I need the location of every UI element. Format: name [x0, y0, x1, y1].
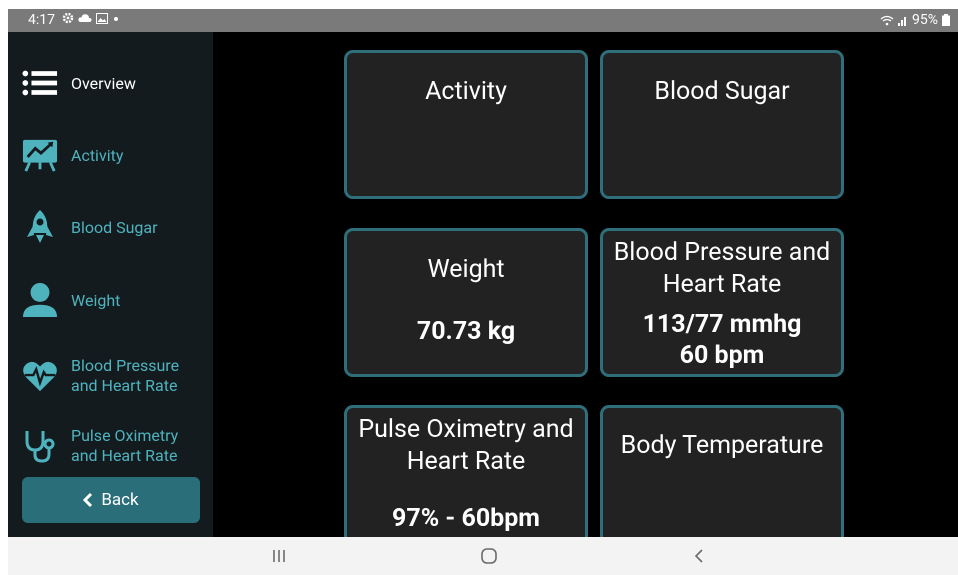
back-button-label: Back [101, 490, 139, 510]
sidebar-item-activity[interactable]: Activity [8, 137, 213, 173]
sidebar: Overview Activity Blood Sugar Weight Blo… [8, 32, 213, 537]
chart-board-icon [22, 137, 58, 173]
battery-icon [942, 14, 950, 26]
sidebar-item-label: Blood Pressure and Heart Rate [71, 356, 180, 395]
card-title: Activity [425, 77, 507, 106]
sidebar-item-label: Pulse Oximetry and Heart Rate [71, 426, 179, 465]
status-right: 95% [880, 12, 950, 28]
sidebar-item-overview[interactable]: Overview [8, 65, 213, 101]
sidebar-item-pulse-oximetry[interactable]: Pulse Oximetry and Heart Rate [8, 424, 213, 468]
back-button[interactable]: Back [22, 477, 200, 523]
battery-percent: 95% [912, 12, 938, 28]
card-pulse-oximetry[interactable]: Pulse Oximetry and Heart Rate 97% - 60bp… [344, 405, 588, 545]
status-bar: 4:17 95% [8, 9, 958, 32]
card-weight[interactable]: Weight 70.73 kg [344, 228, 588, 377]
recents-icon [273, 550, 285, 562]
card-title: Blood Sugar [654, 77, 790, 106]
card-title: Body Temperature [620, 431, 824, 460]
system-nav-bar [8, 537, 958, 575]
card-blood-sugar[interactable]: Blood Sugar [600, 50, 844, 199]
list-icon [22, 65, 58, 101]
card-body-temperature[interactable]: Body Temperature [600, 405, 844, 545]
dashboard-grid: Activity Blood Sugar Weight 70.73 kg Blo… [213, 32, 958, 545]
sidebar-item-label: Weight [71, 291, 121, 310]
sidebar-item-weight[interactable]: Weight [8, 281, 213, 319]
sidebar-item-blood-sugar[interactable]: Blood Sugar [8, 209, 213, 245]
status-time: 4:17 [28, 12, 55, 28]
sidebar-item-label: Overview [71, 74, 136, 93]
recents-button[interactable] [264, 545, 294, 567]
status-left-icons [62, 12, 120, 24]
settings-icon [62, 12, 74, 24]
cloud-icon [78, 14, 92, 22]
sidebar-item-label: Activity [71, 146, 124, 165]
stethoscope-icon [22, 428, 58, 464]
card-value: 97% - 60bpm [392, 504, 540, 533]
nav-back-button[interactable] [684, 545, 714, 567]
card-blood-pressure[interactable]: Blood Pressure and Heart Rate 113/77 mmh… [600, 228, 844, 377]
card-value: 70.73 kg [416, 317, 516, 346]
card-activity[interactable]: Activity [344, 50, 588, 199]
card-value: 113/77 mmhg 60 bpm [642, 310, 802, 370]
card-title: Weight [427, 255, 505, 284]
rocket-icon [22, 209, 58, 245]
device-screen: 4:17 95% Overview Activity Blood Sugar W… [8, 9, 958, 575]
wifi-icon [880, 15, 894, 25]
back-nav-icon [694, 549, 703, 563]
card-title: Pulse Oximetry and Heart Rate [358, 415, 574, 476]
chevron-left-icon [83, 493, 93, 507]
heart-pulse-icon [22, 358, 58, 394]
person-icon [22, 282, 58, 318]
home-button[interactable] [474, 545, 504, 567]
card-title: Blood Pressure and Heart Rate [613, 238, 831, 299]
sidebar-item-blood-pressure[interactable]: Blood Pressure and Heart Rate [8, 354, 213, 398]
sidebar-item-label: Blood Sugar [71, 218, 158, 237]
home-icon [481, 548, 497, 564]
dot-icon [114, 17, 118, 21]
signal-icon [898, 16, 906, 26]
image-icon [96, 12, 108, 24]
